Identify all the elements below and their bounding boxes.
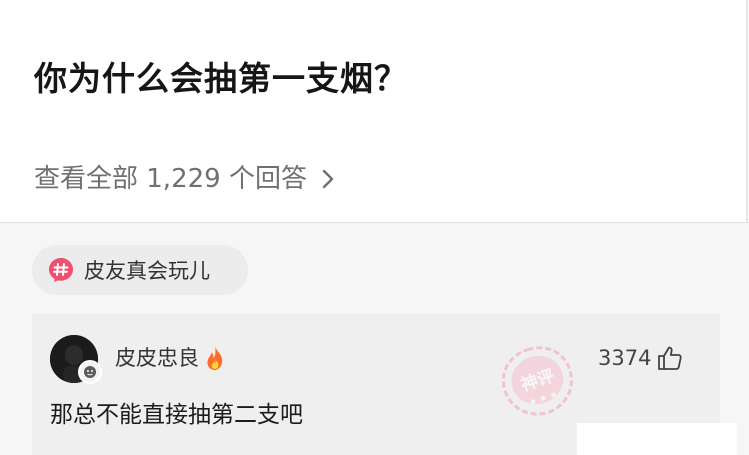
view-all-label: 查看全部 1,229 个回答 <box>34 164 307 194</box>
avatar-badge-icon <box>78 360 102 384</box>
comment-text: 那总不能直接抽第二支吧 <box>50 402 303 428</box>
question-title: 你为什么会抽第一支烟？ <box>34 59 408 98</box>
comment-username[interactable]: 皮皮忠良 <box>115 343 227 373</box>
username-text: 皮皮忠良 <box>115 346 199 370</box>
topic-tag[interactable]: 皮友真会玩儿 <box>32 245 248 295</box>
fire-icon <box>203 345 227 371</box>
like-button[interactable]: 3374 <box>598 343 683 373</box>
corner-blank <box>577 423 737 455</box>
like-count: 3374 <box>598 346 652 370</box>
view-all-answers-link[interactable]: 查看全部 1,229 个回答 <box>34 158 335 200</box>
right-edge-line <box>746 0 748 222</box>
thumbs-up-icon <box>657 345 683 371</box>
hash-icon <box>48 257 74 283</box>
topic-tag-label: 皮友真会玩儿 <box>84 259 210 283</box>
chevron-right-icon <box>321 168 335 190</box>
